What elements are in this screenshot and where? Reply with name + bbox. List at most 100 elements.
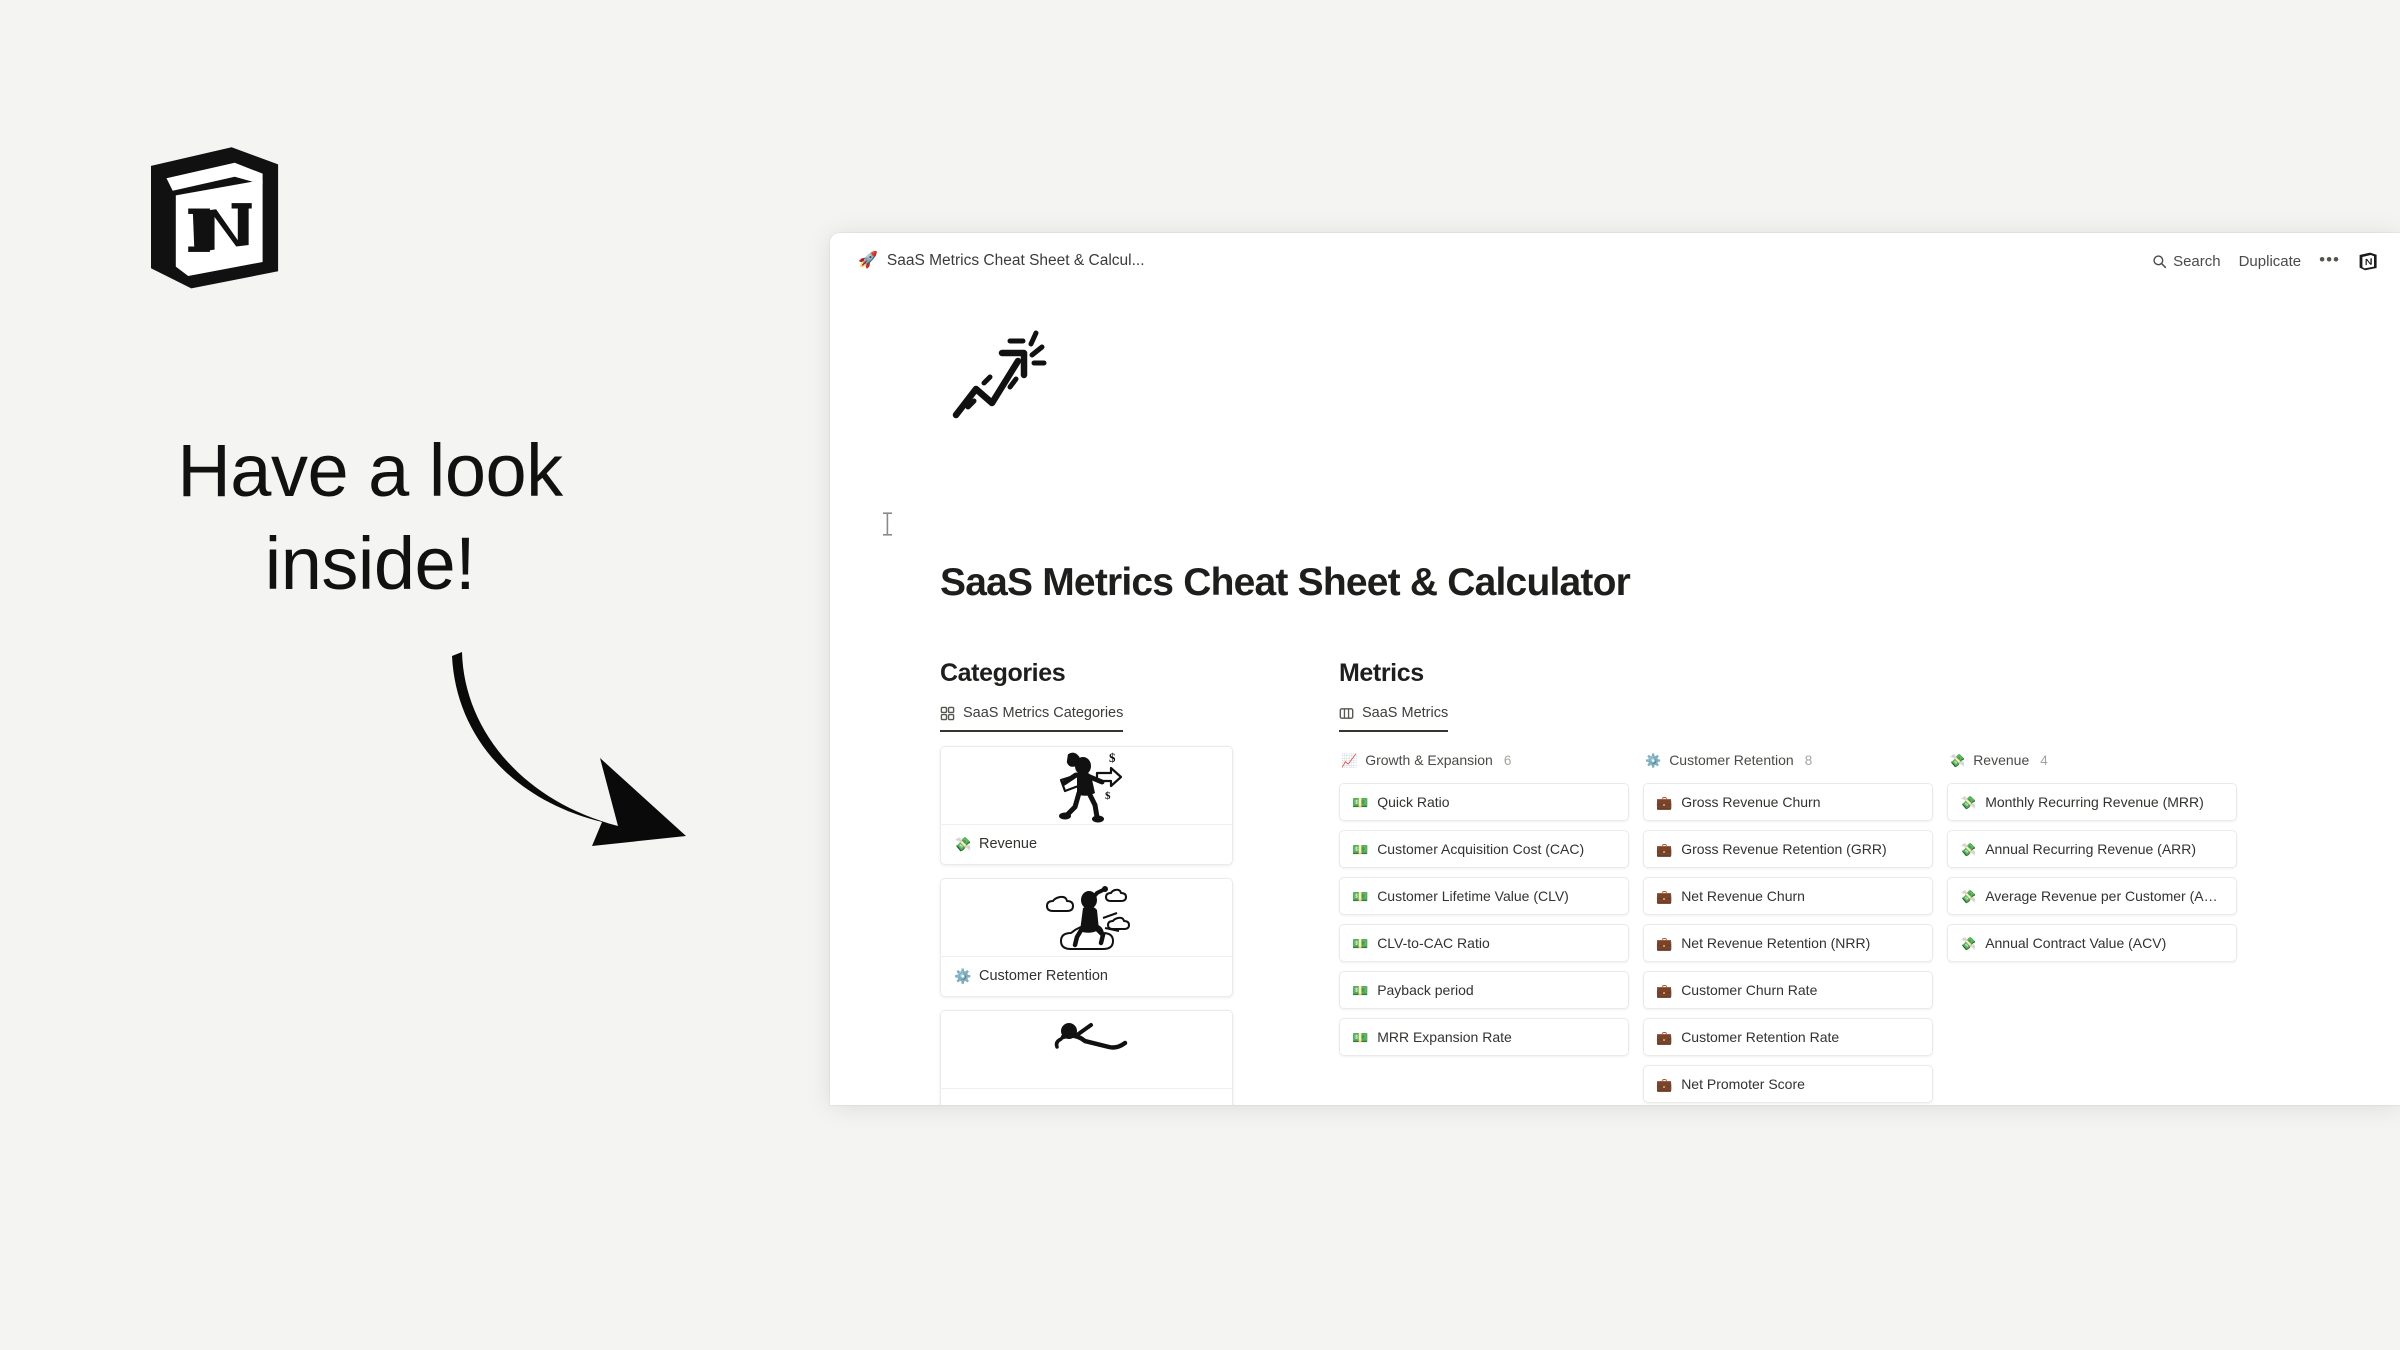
board-column-cards: 💼 Gross Revenue Churn 💼 Gross Revenue Re…: [1643, 783, 1933, 1103]
board-card-title: Payback period: [1377, 982, 1474, 998]
reclining-person-illustration: [1054, 1022, 1127, 1050]
board-column-header[interactable]: 📈 Growth & Expansion 6: [1339, 746, 1629, 774]
board-card[interactable]: 💼 Net Promoter Score: [1643, 1065, 1933, 1103]
board-card[interactable]: 💼 Gross Revenue Retention (GRR): [1643, 830, 1933, 868]
metrics-column: Metrics SaaS Metrics 📈 Growth & Expansio…: [1339, 659, 2400, 1105]
board-card[interactable]: 💸 Average Revenue per Customer (ARPC): [1947, 877, 2237, 915]
briefcase-emoji: 💼: [1656, 794, 1673, 810]
board-column-customer-retention: ⚙️ Customer Retention 8 💼 Gross Revenue …: [1643, 746, 1933, 1103]
money-with-wings-emoji: 💸: [1960, 935, 1977, 951]
breadcrumb[interactable]: 🚀 SaaS Metrics Cheat Sheet & Calcul...: [858, 252, 1145, 270]
gallery-card-cover: [941, 1011, 1232, 1089]
money-banknote-emoji: 💵: [1352, 794, 1369, 810]
gallery-card-title: Revenue: [979, 836, 1038, 852]
gallery-card[interactable]: ⚙️ Customer Retention: [940, 878, 1233, 997]
board-column-count: 8: [1804, 752, 1813, 768]
briefcase-emoji: 💼: [1656, 1076, 1673, 1092]
chart-increasing-emoji: 📈: [1341, 752, 1358, 768]
gallery-card[interactable]: [940, 1010, 1233, 1105]
board-card-title: Gross Revenue Churn: [1681, 794, 1821, 810]
view-tab-saas-metrics[interactable]: SaaS Metrics: [1339, 705, 1449, 732]
board-column-growth-expansion: 📈 Growth & Expansion 6 💵 Quick Ratio 💵 C…: [1339, 746, 1629, 1103]
i-beam-cursor-icon: [883, 512, 892, 536]
board-column-name: Customer Retention: [1669, 752, 1794, 768]
board-card[interactable]: 💸 Monthly Recurring Revenue (MRR): [1947, 783, 2237, 821]
gallery-card-label-row: 💸 Revenue: [941, 825, 1232, 864]
view-tab-saas-metrics-categories[interactable]: SaaS Metrics Categories: [940, 705, 1124, 732]
board-card[interactable]: 💵 MRR Expansion Rate: [1339, 1018, 1629, 1056]
money-with-wings-emoji: 💸: [1960, 841, 1977, 857]
board-card-title: Customer Acquisition Cost (CAC): [1377, 841, 1585, 857]
duplicate-label: Duplicate: [2238, 252, 2302, 270]
board-card[interactable]: 💼 Gross Revenue Churn: [1643, 783, 1933, 821]
running-person-with-money-illustration: $ $: [1058, 751, 1122, 822]
briefcase-emoji: 💼: [1656, 841, 1673, 857]
board-card[interactable]: 💼 Net Revenue Churn: [1643, 877, 1933, 915]
board-card-title: CLV-to-CAC Ratio: [1377, 935, 1490, 951]
money-banknote-emoji: 💵: [1352, 982, 1369, 998]
money-banknote-emoji: 💵: [1352, 935, 1369, 951]
promo-headline: Have a look inside!: [60, 425, 680, 610]
categories-heading: Categories: [940, 659, 1066, 687]
board-card[interactable]: 💵 Quick Ratio: [1339, 783, 1629, 821]
categories-gallery: $ $ 💸 Revenue ⚙️ Customer Retention: [940, 746, 1260, 1105]
breadcrumb-title: SaaS Metrics Cheat Sheet & Calcul...: [886, 252, 1145, 269]
board-column-header[interactable]: ⚙️ Customer Retention 8: [1643, 746, 1933, 774]
notion-window: 🚀 SaaS Metrics Cheat Sheet & Calcul... S…: [830, 233, 2400, 1105]
board-column-revenue: 💸 Revenue 4 💸 Monthly Recurring Revenue …: [1947, 746, 2237, 1103]
gear-emoji: ⚙️: [954, 968, 972, 984]
duplicate-button[interactable]: Duplicate: [2239, 253, 2302, 270]
content-columns: Categories SaaS Metrics Categories $ $ 💸…: [940, 659, 2400, 1105]
gallery-card[interactable]: $ $ 💸 Revenue: [940, 746, 1233, 865]
board-card[interactable]: 💵 Customer Acquisition Cost (CAC): [1339, 830, 1629, 868]
promo-headline-line1: Have a look: [177, 429, 563, 512]
board-card[interactable]: 💼 Net Revenue Retention (NRR): [1643, 924, 1933, 962]
search-label: Search: [2173, 252, 2221, 270]
briefcase-emoji: 💼: [1656, 935, 1673, 951]
notion-cube-icon[interactable]: [2358, 251, 2378, 271]
person-on-cloud-illustration: [1045, 885, 1130, 950]
board-card-title: Gross Revenue Retention (GRR): [1681, 841, 1887, 857]
board-card[interactable]: 💵 Payback period: [1339, 971, 1629, 1009]
board-card-title: Monthly Recurring Revenue (MRR): [1985, 794, 2204, 810]
ellipsis-icon[interactable]: •••: [2319, 251, 2340, 272]
money-banknote-emoji: 💵: [1352, 841, 1369, 857]
board-card[interactable]: 💼 Customer Churn Rate: [1643, 971, 1933, 1009]
metrics-board: 📈 Growth & Expansion 6 💵 Quick Ratio 💵 C…: [1339, 746, 2400, 1103]
board-card[interactable]: 💸 Annual Contract Value (ACV): [1947, 924, 2237, 962]
board-card-title: Net Promoter Score: [1681, 1076, 1805, 1092]
board-card-title: Customer Churn Rate: [1681, 982, 1818, 998]
board-column-cards: 💸 Monthly Recurring Revenue (MRR) 💸 Annu…: [1947, 783, 2237, 962]
search-button[interactable]: Search: [2152, 253, 2221, 270]
board-column-name: Growth & Expansion: [1365, 752, 1493, 768]
promo-headline-line2: inside!: [264, 521, 476, 605]
money-banknote-emoji: 💵: [1352, 888, 1369, 904]
board-card[interactable]: 💼 Customer Retention Rate: [1643, 1018, 1933, 1056]
gallery-card-cover: [941, 879, 1232, 957]
gallery-view-icon: [940, 706, 955, 720]
search-icon: [2153, 254, 2167, 268]
gear-emoji: ⚙️: [1645, 752, 1662, 768]
board-card[interactable]: 💵 Customer Lifetime Value (CLV): [1339, 877, 1629, 915]
page-title: SaaS Metrics Cheat Sheet & Calculator: [940, 561, 1631, 604]
gallery-card-cover: $ $: [941, 747, 1232, 825]
view-tab-label: SaaS Metrics Categories: [963, 705, 1124, 721]
board-column-header[interactable]: 💸 Revenue 4: [1947, 746, 2237, 774]
rocket-emoji: 🚀: [858, 252, 878, 269]
gallery-card-label-row: [941, 1089, 1232, 1105]
topbar-actions: Search Duplicate •••: [2152, 251, 2382, 272]
chart-increasing-emoji: [952, 330, 1047, 419]
view-tab-label: SaaS Metrics: [1362, 705, 1449, 721]
money-with-wings-emoji: 💸: [954, 836, 972, 852]
svg-text:$: $: [1109, 751, 1116, 765]
board-card[interactable]: 💸 Annual Recurring Revenue (ARR): [1947, 830, 2237, 868]
curved-down-right-arrow-icon: [452, 652, 686, 846]
board-card-title: Annual Contract Value (ACV): [1985, 935, 2167, 951]
briefcase-emoji: 💼: [1656, 982, 1673, 998]
briefcase-emoji: 💼: [1656, 1029, 1673, 1045]
board-card-title: Quick Ratio: [1377, 794, 1450, 810]
board-card-title: Annual Recurring Revenue (ARR): [1985, 841, 2197, 857]
board-column-name: Revenue: [1973, 752, 2030, 768]
board-card[interactable]: 💵 CLV-to-CAC Ratio: [1339, 924, 1629, 962]
money-with-wings-emoji: 💸: [1960, 888, 1977, 904]
